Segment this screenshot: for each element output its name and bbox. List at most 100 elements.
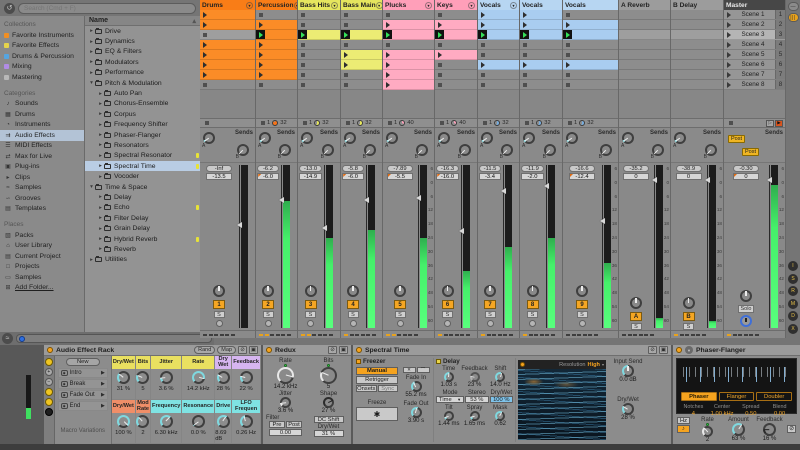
track-header[interactable]: Keys▾ bbox=[435, 0, 477, 10]
volume-field[interactable]: -13.5 bbox=[206, 173, 232, 180]
expand-arrow-icon[interactable]: ▸ bbox=[97, 246, 104, 252]
clip-slot[interactable] bbox=[200, 10, 255, 20]
spectral-drywet-field[interactable]: 100 % bbox=[490, 396, 513, 403]
clip-slot[interactable] bbox=[563, 60, 618, 70]
clip-slot[interactable] bbox=[383, 60, 434, 70]
clip-slot[interactable] bbox=[341, 70, 382, 80]
clip-slot[interactable] bbox=[383, 30, 434, 40]
clip-stop-icon[interactable] bbox=[301, 73, 305, 77]
pan-knob[interactable] bbox=[347, 285, 359, 297]
clip-launch-icon[interactable] bbox=[203, 62, 207, 68]
clip-slot[interactable] bbox=[478, 60, 519, 70]
clip-stop-icon[interactable] bbox=[523, 73, 527, 77]
playing-clip-icon[interactable] bbox=[341, 30, 350, 39]
tree-item[interactable]: ▸Hybrid Reverb bbox=[85, 234, 200, 244]
clip-slot[interactable] bbox=[478, 30, 519, 40]
clip-stop-icon[interactable] bbox=[481, 83, 485, 87]
fader-handle[interactable] bbox=[600, 218, 605, 224]
sidebar-item-grooves[interactable]: ∽Grooves bbox=[0, 193, 84, 204]
volume-field[interactable]: -6.0 bbox=[342, 173, 364, 180]
io-show-button[interactable]: ||| bbox=[788, 13, 799, 22]
expand-arrow-icon[interactable]: ▸ bbox=[97, 174, 104, 180]
stop-all-icon[interactable] bbox=[483, 121, 487, 125]
tree-item[interactable]: ▸Frequency Shifter bbox=[85, 120, 200, 130]
spectro-freeze-icon[interactable] bbox=[520, 362, 525, 367]
clip-stop-icon[interactable] bbox=[438, 73, 442, 77]
mixer-section-toggle-s[interactable]: S bbox=[788, 274, 798, 284]
macro-variation-row[interactable]: ◉Fade Out▶ bbox=[58, 390, 108, 400]
clip-slot[interactable] bbox=[256, 40, 297, 50]
expand-arrow-icon[interactable]: ▾ bbox=[88, 80, 95, 86]
clip-slot[interactable] bbox=[256, 30, 297, 40]
param-value[interactable]: 0.50 bbox=[737, 411, 766, 417]
clip-launch-icon[interactable] bbox=[203, 42, 207, 48]
track-activator-button[interactable]: 8 bbox=[527, 300, 539, 309]
clip-stop-icon[interactable] bbox=[523, 43, 527, 47]
device-on-icon[interactable] bbox=[266, 347, 272, 353]
filter-freq-field[interactable]: 0.00 bbox=[269, 429, 302, 436]
clip-slot[interactable] bbox=[298, 60, 340, 70]
stereo-field[interactable]: 53 % bbox=[465, 396, 488, 403]
clip-slot[interactable] bbox=[520, 20, 562, 30]
clip-slot[interactable] bbox=[383, 50, 434, 60]
tree-item[interactable]: ▸Drive bbox=[85, 26, 200, 36]
volume-field[interactable]: -3.4 bbox=[479, 173, 501, 180]
macro-map-icon[interactable] bbox=[45, 398, 53, 406]
sidebar-item-drums[interactable]: ▦Drums bbox=[0, 109, 84, 120]
clip-slot[interactable] bbox=[520, 40, 562, 50]
clip-slot[interactable] bbox=[298, 10, 340, 20]
fade-out-knob[interactable] bbox=[411, 407, 422, 418]
playing-clip-icon[interactable] bbox=[298, 30, 307, 39]
map-button[interactable]: Map bbox=[217, 346, 236, 354]
clip-slot[interactable] bbox=[478, 50, 519, 60]
clip-slot[interactable] bbox=[435, 50, 477, 60]
arm-button[interactable] bbox=[265, 320, 272, 327]
search-input[interactable] bbox=[18, 3, 196, 14]
tree-item[interactable]: ▾Time & Space bbox=[85, 182, 200, 192]
dc-shift-button[interactable]: DC Shift bbox=[314, 416, 344, 423]
clip-launch-icon[interactable] bbox=[438, 52, 442, 58]
clip-stop-icon[interactable] bbox=[438, 13, 442, 17]
clip-slot[interactable] bbox=[341, 30, 382, 40]
amount-knob[interactable] bbox=[732, 423, 745, 436]
scene-row[interactable]: Scene 11 bbox=[724, 10, 785, 20]
clip-stop-icon[interactable] bbox=[523, 83, 527, 87]
tree-item[interactable]: ▸Spectral Resonator bbox=[85, 151, 200, 161]
clip-slot[interactable] bbox=[435, 40, 477, 50]
clip-slot[interactable] bbox=[200, 40, 255, 50]
scene-row[interactable]: Scene 66 bbox=[724, 60, 785, 70]
clip-stop-icon[interactable] bbox=[481, 73, 485, 77]
clip-launch-icon[interactable] bbox=[344, 62, 348, 68]
clip-slot[interactable] bbox=[435, 20, 477, 30]
pan-knob[interactable] bbox=[683, 297, 695, 309]
tree-item[interactable]: ▸Resonators bbox=[85, 140, 200, 150]
clip-stop-icon[interactable] bbox=[386, 43, 390, 47]
device-on-icon[interactable] bbox=[676, 347, 682, 353]
pan-knob[interactable] bbox=[527, 285, 539, 297]
expand-arrow-icon[interactable]: ▸ bbox=[97, 153, 104, 159]
expand-arrow-icon[interactable]: ▸ bbox=[97, 194, 104, 200]
track-header[interactable]: Vocals bbox=[520, 0, 562, 10]
clip-slot[interactable] bbox=[341, 50, 382, 60]
freeze-button[interactable]: ✱ bbox=[356, 407, 398, 421]
solo-button[interactable]: S bbox=[348, 311, 359, 318]
clip-slot[interactable] bbox=[383, 40, 434, 50]
volume-field[interactable]: 0 bbox=[676, 173, 702, 180]
stop-all-icon[interactable] bbox=[440, 121, 444, 125]
tree-item[interactable]: ▸Delay bbox=[85, 192, 200, 202]
variation-launch-icon[interactable]: ▶ bbox=[101, 392, 105, 398]
clip-stop-icon[interactable] bbox=[344, 13, 348, 17]
shape-knob[interactable] bbox=[323, 397, 334, 408]
fader-handle[interactable] bbox=[767, 177, 772, 183]
variation-launch-icon[interactable]: ▶ bbox=[101, 381, 105, 387]
clip-launch-icon[interactable] bbox=[566, 62, 570, 68]
collection-item[interactable]: Mastering bbox=[0, 72, 84, 83]
clip-slot[interactable] bbox=[563, 80, 618, 90]
resolution-value[interactable]: High bbox=[588, 362, 600, 368]
clip-slot[interactable] bbox=[341, 40, 382, 50]
expand-arrow-icon[interactable]: ▸ bbox=[88, 49, 95, 55]
arm-button[interactable] bbox=[529, 320, 536, 327]
macro-knob[interactable] bbox=[136, 371, 149, 384]
clip-slot[interactable] bbox=[563, 10, 618, 20]
clip-stop-icon[interactable] bbox=[481, 43, 485, 47]
